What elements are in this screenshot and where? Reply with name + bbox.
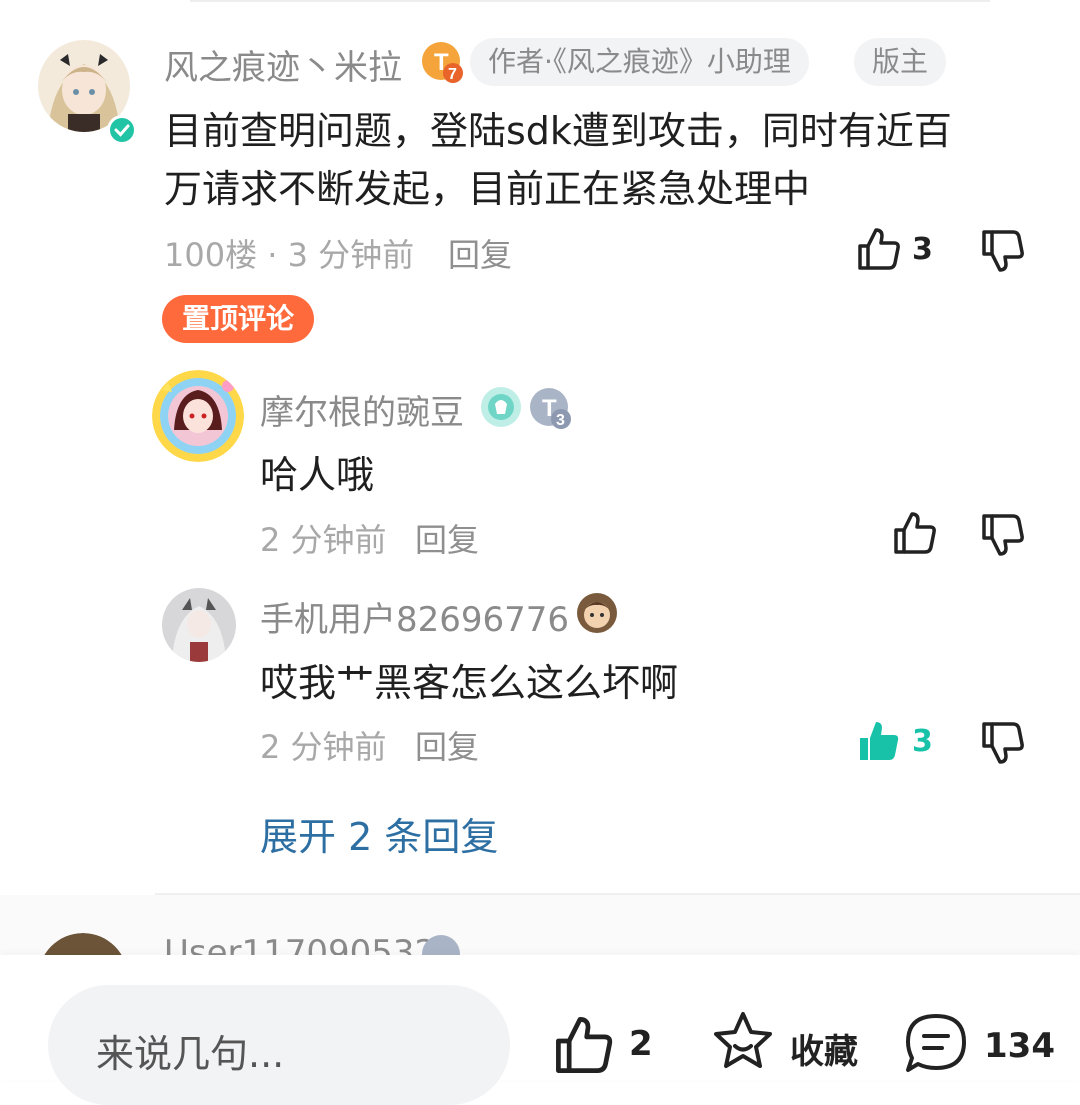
dislike-button[interactable] <box>980 720 1028 768</box>
collect-label: 收藏 <box>790 1032 858 1072</box>
comment-text-line2: 万请求不断发起，目前正在紧急处理中 <box>164 167 811 211</box>
avatar[interactable] <box>152 370 244 462</box>
thumbs-down-icon <box>982 514 1024 556</box>
reply-time: 2 分钟前 <box>260 728 387 766</box>
level-number: 3 <box>556 412 565 429</box>
reply-text: 哎我艹黑客怎么这么坏啊 <box>260 661 679 705</box>
top-divider <box>190 0 990 2</box>
verified-icon <box>107 115 137 145</box>
comment-text-line1: 目前查明问题，登陆sdk遭到攻击，同时有近百 <box>164 109 952 153</box>
like-count: 3 <box>912 724 933 759</box>
fan-badge-icon <box>576 592 618 634</box>
pinned-comment-tag: 置顶评论 <box>162 295 315 343</box>
like-button[interactable] <box>892 510 940 558</box>
thumbs-up-icon <box>556 1017 613 1073</box>
thumbs-down-icon <box>982 722 1024 764</box>
level-badge-icon: T 3 <box>528 386 572 430</box>
comment-username[interactable]: User117090532 <box>164 933 436 955</box>
comment-floor-time: 100楼 · 3 分钟前 <box>164 236 415 274</box>
like-button[interactable]: 3 <box>856 226 946 274</box>
thumbs-down-icon <box>982 230 1024 272</box>
comment-username[interactable]: 风之痕迹丶米拉 <box>164 40 402 89</box>
avatar[interactable] <box>162 588 236 662</box>
thumbs-up-icon <box>894 512 936 554</box>
level-badge-icon: T 7 <box>420 40 464 84</box>
next-comment-peek: User117090532 <box>0 895 1080 955</box>
collect-button[interactable]: 收藏 <box>710 1008 870 1074</box>
author-assistant-badge: 作者·《风之痕迹》小助理 <box>470 38 809 86</box>
post-like-button[interactable]: 2 <box>553 1014 663 1074</box>
thumbs-up-filled-icon <box>860 722 899 760</box>
level-number: 7 <box>448 66 457 83</box>
avatar[interactable] <box>38 933 128 955</box>
level-badge-icon <box>420 933 464 955</box>
comment-count: 134 <box>984 1026 1055 1066</box>
like-count: 3 <box>912 232 933 267</box>
star-icon <box>714 1012 772 1068</box>
reply-button[interactable]: 回复 <box>448 230 512 276</box>
comment-bubble-icon <box>906 1014 966 1072</box>
post-like-count: 2 <box>629 1024 653 1064</box>
reply-username[interactable]: 手机用户82696776 <box>260 592 569 641</box>
reply-username[interactable]: 摩尔根的豌豆 <box>260 385 464 434</box>
thumbs-up-icon <box>858 228 900 270</box>
like-button[interactable]: 3 <box>856 718 946 766</box>
fan-badge-icon <box>480 386 522 428</box>
dislike-button[interactable] <box>980 512 1028 560</box>
reply-time: 2 分钟前 <box>260 521 387 559</box>
moderator-badge: 版主 <box>854 38 947 86</box>
reply-button[interactable]: 回复 <box>415 515 479 561</box>
reply-button[interactable]: 回复 <box>415 722 479 768</box>
dislike-button[interactable] <box>980 228 1028 276</box>
comments-button[interactable]: 134 <box>902 1010 1062 1076</box>
expand-replies-link[interactable]: 展开 2 条回复 <box>260 806 498 861</box>
comment-input-placeholder: 来说几句... <box>96 1032 285 1076</box>
reply-text: 哈人哦 <box>260 453 375 497</box>
